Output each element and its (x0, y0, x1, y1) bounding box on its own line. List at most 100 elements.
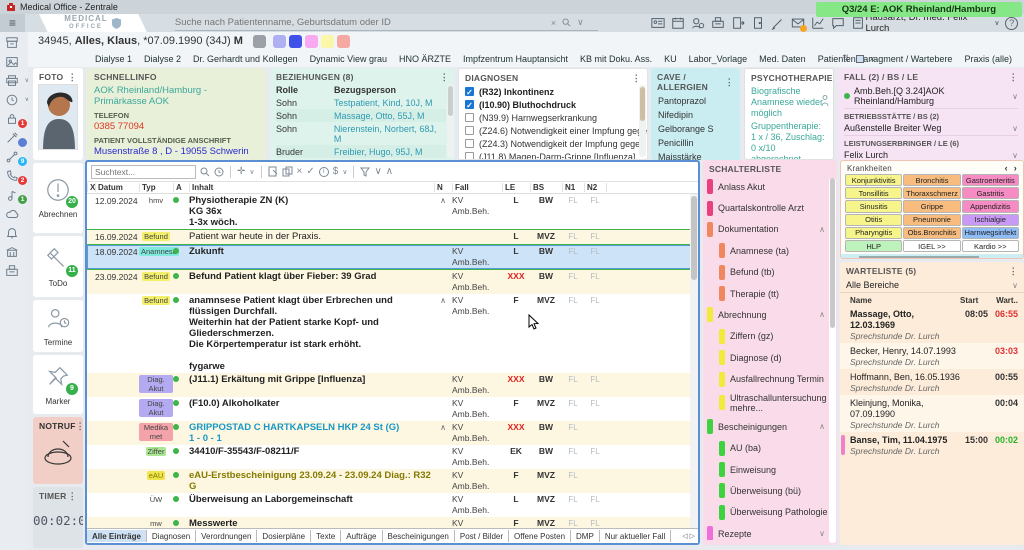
diagnose-item[interactable]: (Z24.6) Notwendigkeit einer Impfung gege… (459, 124, 647, 137)
checkbox-icon[interactable]: ✓ (465, 87, 474, 96)
krankheit-button-konjunktivitis[interactable]: Konjunktivitis (845, 174, 902, 186)
patient-marker-chip[interactable] (289, 35, 302, 48)
filter-tab-nur-aktueller-fall[interactable]: Nur aktueller Fall (600, 530, 671, 542)
patient-marker-chip[interactable] (253, 35, 266, 48)
schalter-item-anlass-akut[interactable]: Anlass Akut (703, 176, 837, 197)
image-icon[interactable] (5, 55, 22, 69)
tab-scroll-arrows[interactable]: ◁ ▷ (682, 532, 698, 540)
billing-icon[interactable]: $ (333, 166, 339, 177)
clear-search-icon[interactable]: × (551, 18, 556, 28)
bone-icon[interactable]: 9 (5, 150, 22, 164)
column-header-le[interactable]: LE (502, 183, 530, 192)
fax-icon[interactable] (710, 16, 725, 31)
lock-icon[interactable]: 1 (5, 112, 22, 126)
signature-icon[interactable] (770, 16, 785, 31)
add-chevron-icon[interactable]: ∨ (249, 168, 254, 176)
beziehungen-row[interactable]: BruderFreibier, Hugo, 95J, M (276, 145, 446, 158)
warteliste-row[interactable]: Banse, Tim, 11.04.1975 Sprechstunde Dr. … (840, 432, 1024, 458)
patient-avatar[interactable] (38, 84, 78, 150)
todo-card[interactable]: 11 ToDo (33, 236, 83, 297)
statistics-icon[interactable] (810, 16, 825, 31)
next-page-icon[interactable]: › (1014, 163, 1017, 173)
add-entry-icon[interactable]: ✛ (237, 166, 245, 177)
music-icon[interactable]: 1 (5, 188, 22, 202)
schalterliste-scrollbar[interactable] (829, 178, 836, 543)
timeline-row[interactable]: 18.09.2024 Anamnese Zukunft KV Amb.Beh. … (87, 245, 698, 269)
timeline-row[interactable]: 16.09.2024 Befund Patient war heute in d… (87, 230, 698, 244)
view-tab-impfzentrum-hauptansicht[interactable]: Impfzentrum Hauptansicht (458, 52, 573, 66)
collapse-all-icon[interactable]: ∧ (386, 166, 393, 177)
view-tab-labor-vorlage[interactable]: Labor_Vorlage (684, 52, 753, 66)
billing-chevron-icon[interactable]: ∨ (342, 168, 347, 176)
schalter-item-ziffern-gz-[interactable]: Ziffern (gz) (703, 326, 837, 347)
column-header-n[interactable]: N (434, 183, 452, 192)
checkbox-icon[interactable] (465, 152, 474, 160)
schalter-item-befund-tb-[interactable]: Befund (tb) (703, 262, 837, 283)
abrechnen-card[interactable]: 20 Abrechnen (33, 163, 83, 233)
view-tab-patientenmanagment-wartebere[interactable]: Patientenmanagment / Wartebere (813, 52, 958, 66)
global-search[interactable]: × ∨ (175, 16, 599, 31)
diagnosen-scrollbar[interactable] (639, 85, 646, 157)
krankheit-button-tonsillitis[interactable]: Tonsillitis (845, 187, 902, 199)
timeline-scrollbar[interactable] (690, 194, 698, 528)
timeline-row[interactable]: mw Messwerte KV Amb.Beh. F MVZ FLFL (87, 517, 698, 528)
beziehungen-menu-icon[interactable]: ⋮ (440, 74, 449, 80)
patient-marker-chip[interactable] (273, 35, 286, 48)
krankheit-button-thoraxschmerz[interactable]: Thoraxschmerz (903, 187, 960, 199)
filter-tab-texte[interactable]: Texte (311, 530, 341, 542)
view-tab-dr-gerhardt-und-kollegen[interactable]: Dr. Gerhardt und Kollegen (188, 52, 303, 66)
search-options-chevron-icon[interactable]: ∨ (577, 17, 584, 28)
foto-menu-icon[interactable]: ⋮ (68, 74, 77, 80)
view-tab-kb-mit-doku-ass-[interactable]: KB mit Doku. Ass. (575, 52, 657, 66)
checkbox-icon[interactable] (465, 113, 474, 122)
chat-icon[interactable] (830, 16, 845, 31)
schalter-item-diagnose-d-[interactable]: Diagnose (d) (703, 347, 837, 368)
patient-marker-chip[interactable] (321, 35, 334, 48)
schalter-item-ausfallrechnung-termin[interactable]: Ausfallrechnung Termin (703, 368, 837, 389)
diagnose-item[interactable]: (N39.9) Harnwegserkrankung (459, 111, 647, 124)
timeline-row[interactable]: Diag. Akut (F10.0) Alkoholkater KV Amb.B… (87, 397, 698, 421)
column-header-fall[interactable]: Fall (452, 183, 502, 192)
schalter-item-dokumentation[interactable]: Dokumentation ∧ (703, 219, 837, 240)
krankheit-button-otitis[interactable]: Otitis (845, 214, 902, 226)
archive-icon[interactable] (5, 36, 22, 50)
fax-icon[interactable] (5, 264, 22, 278)
menu-icon[interactable]: ≡ (0, 14, 25, 32)
column-header-inhalt[interactable]: Inhalt (189, 183, 434, 192)
allergy-item[interactable]: Penicillin (651, 136, 740, 150)
schalter-item-einweisung[interactable]: Einweisung (703, 459, 837, 480)
view-tab-med-daten[interactable]: Med. Daten (754, 52, 811, 66)
warteliste-row[interactable]: Kleinjung, Monika, 07.09.1990 Sprechstun… (840, 395, 1024, 432)
user-chevron-icon[interactable]: ∨ (994, 19, 999, 27)
logout-door-icon[interactable] (750, 16, 765, 31)
notruf-panel[interactable]: NOTRUF⋮ (33, 417, 83, 484)
checkbox-icon[interactable] (856, 55, 864, 63)
global-search-input[interactable] (175, 17, 545, 28)
copy-icon[interactable] (282, 166, 293, 177)
betriebsstaette-select[interactable]: Außenstelle Breiter Weg∨ (844, 121, 1018, 136)
search-icon[interactable] (562, 18, 571, 27)
schalter-item-quartalskontrolle-arzt[interactable]: Quartalskontrolle Arzt (703, 197, 837, 218)
notes-icon[interactable] (850, 16, 865, 31)
schalter-item-anamnese-ta-[interactable]: Anamnese (ta) (703, 240, 837, 261)
schalter-item-au-ba-[interactable]: AU (ba) (703, 438, 837, 459)
schalter-item-therapie-tt-[interactable]: Therapie (tt) (703, 283, 837, 304)
beziehungen-row[interactable]: SohnNierenstein, Norbert, 68J, M (276, 122, 446, 145)
syringe-icon[interactable] (5, 131, 22, 145)
filter-icon[interactable] (360, 167, 370, 177)
krankheit-button-harnwegsinfekt[interactable]: Harnwegsinfekt (962, 227, 1019, 239)
allergy-item[interactable]: Pantoprazol (651, 94, 740, 108)
checkbox-icon[interactable]: ✓ (465, 100, 474, 109)
filter-tab-bescheinigungen[interactable]: Bescheinigungen (383, 530, 455, 542)
collapse-icon[interactable]: ∧ (440, 423, 446, 432)
column-header-x[interactable]: X (87, 183, 95, 192)
filter-tab-post-bilder[interactable]: Post / Bilder (455, 530, 509, 542)
schalter-item-rezepte[interactable]: Rezepte ∨ (703, 523, 837, 540)
krankheit-button-pharyngitis[interactable]: Pharyngitis (845, 227, 902, 239)
leistungserbringer-select[interactable]: Felix Lurch∨ (844, 148, 1018, 160)
timeline-row[interactable]: Ziffer 34410/F-35543/F-08211/F KV Amb.Be… (87, 445, 698, 469)
krankheit-button-bronchitis[interactable]: Bronchitis (903, 174, 960, 186)
close-small-icon[interactable]: × (870, 54, 875, 64)
schalter-item-abrechnung[interactable]: Abrechnung ∧ (703, 304, 837, 325)
filter-tab-verordnungen[interactable]: Verordnungen (196, 530, 257, 542)
